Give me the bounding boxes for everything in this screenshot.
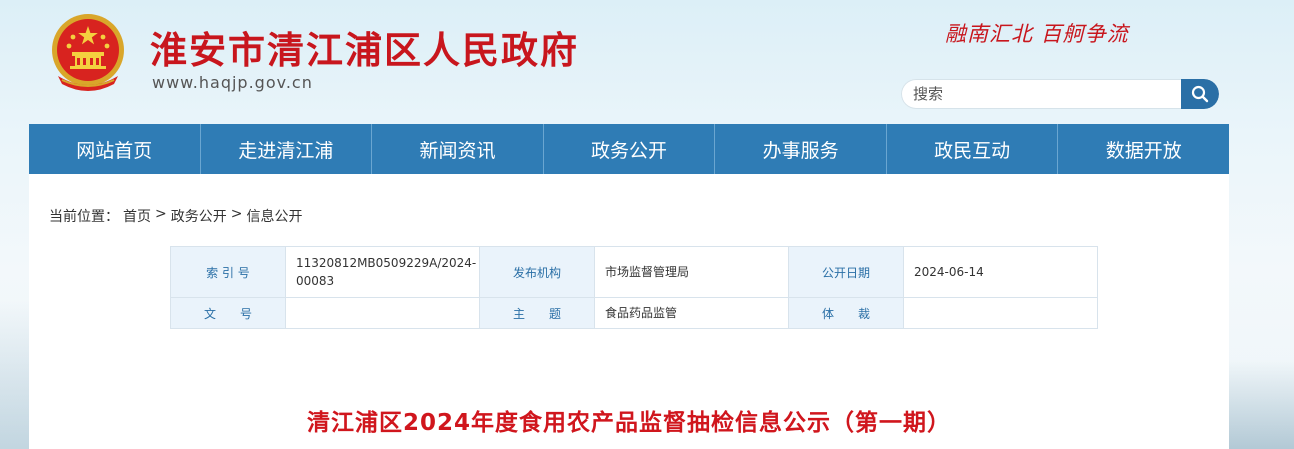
breadcrumb-info-disclosure-link[interactable]: 信息公开: [246, 206, 302, 226]
search-box: [901, 79, 1219, 109]
publisher-label: 发布机构: [479, 246, 595, 298]
national-emblem-icon: [52, 14, 124, 91]
publish-date-value: 2024-06-14: [903, 246, 1098, 298]
publish-date-label: 公开日期: [788, 246, 904, 298]
search-button[interactable]: [1181, 79, 1219, 109]
subject-label: 主 题: [479, 297, 595, 329]
search-input[interactable]: [901, 79, 1183, 109]
nav-item-open-data[interactable]: 数据开放: [1058, 124, 1229, 174]
nav-item-home[interactable]: 网站首页: [29, 124, 201, 174]
content-panel: 当前位置： 首页 > 政务公开 > 信息公开 索 引 号 11320812MB0…: [29, 174, 1229, 449]
nav-item-about-qingjiangpu[interactable]: 走进清江浦: [201, 124, 373, 174]
genre-value: [903, 297, 1098, 329]
nav-item-interaction[interactable]: 政民互动: [887, 124, 1059, 174]
nav-item-news[interactable]: 新闻资讯: [372, 124, 544, 174]
breadcrumb-government-affairs-link[interactable]: 政务公开: [171, 206, 227, 226]
background-decoration-right: [1224, 360, 1294, 449]
metadata-row: 索 引 号 11320812MB0509229A/2024-00083 发布机构…: [170, 246, 1098, 298]
search-icon: [1191, 85, 1209, 103]
main-nav: 网站首页 走进清江浦 新闻资讯 政务公开 办事服务 政民互动 数据开放: [29, 124, 1229, 174]
subject-value: 食品药品监管: [594, 297, 789, 329]
breadcrumb-separator: >: [155, 206, 167, 222]
article-title: 清江浦区2024年度食用农产品监督抽检信息公示（第一期）: [306, 410, 951, 436]
document-number-value: [285, 297, 480, 329]
breadcrumb-separator: >: [230, 206, 243, 222]
breadcrumb-home-link[interactable]: 首页: [123, 206, 151, 226]
publisher-value: 市场监督管理局: [594, 246, 789, 298]
breadcrumb-prefix: 当前位置：: [49, 209, 119, 225]
breadcrumb: 当前位置： 首页 > 政务公开 > 信息公开: [49, 206, 302, 226]
site-title: 淮安市清江浦区人民政府: [150, 28, 579, 72]
document-number-label: 文 号: [170, 297, 286, 329]
slogan: 融南汇北 百舸争流: [945, 22, 1129, 46]
nav-item-government-affairs[interactable]: 政务公开: [544, 124, 716, 174]
index-number-value: 11320812MB0509229A/2024-00083: [285, 246, 480, 298]
metadata-row: 文 号 主 题 食品药品监管 体 裁: [170, 297, 1098, 329]
index-number-label: 索 引 号: [170, 246, 286, 298]
genre-label: 体 裁: [788, 297, 904, 329]
nav-item-services[interactable]: 办事服务: [715, 124, 887, 174]
metadata-table: 索 引 号 11320812MB0509229A/2024-00083 发布机构…: [170, 246, 1098, 329]
site-url: www.haqjp.gov.cn: [152, 73, 313, 92]
site-header: 淮安市清江浦区人民政府 www.haqjp.gov.cn 融南汇北 百舸争流: [0, 0, 1294, 124]
